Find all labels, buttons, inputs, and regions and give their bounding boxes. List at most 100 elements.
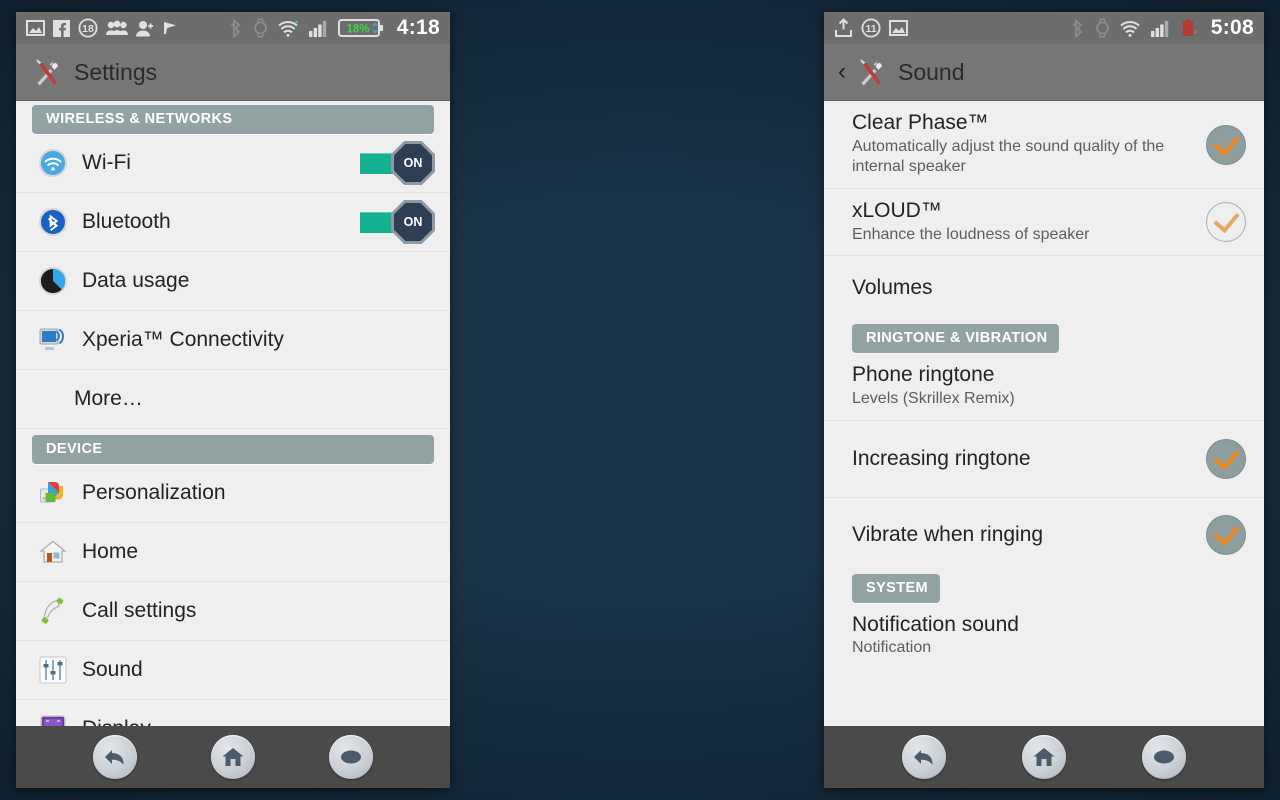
row-subtitle: Automatically adjust the sound quality o… [852, 137, 1165, 176]
svg-text:18%: 18% [346, 24, 369, 36]
sound-row-clear-phase[interactable]: Clear Phase™ Automatically adjust the so… [824, 101, 1264, 190]
tools-icon [30, 57, 64, 87]
section-system: SYSTEM [852, 573, 941, 603]
left-status-bar: 18 18% 4:18 [16, 12, 450, 44]
image-icon [889, 20, 908, 36]
settings-row-more[interactable]: More… [16, 370, 450, 429]
tools-icon [854, 57, 888, 87]
notification-count-badge: 18 [78, 18, 98, 38]
settings-row-label: Sound [82, 658, 143, 681]
people-icon [106, 20, 128, 36]
left-nav-bar[interactable] [16, 726, 450, 788]
wifi-toggle[interactable]: ON [360, 141, 435, 185]
sound-row-increasing-ringtone[interactable]: Increasing ringtone [824, 421, 1264, 498]
smartwatch-icon [1094, 18, 1111, 38]
row-subtitle: Notification [852, 639, 932, 657]
back-chevron-icon[interactable]: ‹ [838, 60, 846, 84]
right-nav-bar[interactable] [824, 726, 1264, 788]
recent-apps-icon[interactable] [329, 735, 373, 779]
vibrate-when-ringing-checkbox[interactable] [1206, 514, 1246, 555]
settings-row-xperia-connectivity[interactable]: Xperia™ Connectivity [16, 311, 450, 370]
wifi-icon [38, 148, 68, 178]
row-text: Clear Phase™ Automatically adjust the so… [852, 101, 1192, 188]
sound-settings-list[interactable]: Clear Phase™ Automatically adjust the so… [824, 101, 1264, 726]
display-icon [38, 714, 68, 726]
sound-sliders-icon [38, 655, 68, 685]
section-header-label: WIRELESS & NETWORKS [32, 105, 434, 134]
row-title: Increasing ringtone [852, 446, 1031, 470]
left-action-bar[interactable]: Settings [16, 44, 450, 101]
settings-row-label: Data usage [82, 269, 190, 292]
add-contact-icon [136, 20, 154, 37]
wifi-icon [1120, 19, 1142, 37]
row-subtitle: Levels (Skrillex Remix) [852, 389, 1015, 407]
sound-row-vibrate-when-ringing[interactable]: Vibrate when ringing [824, 498, 1264, 572]
row-title: Clear Phase™ [852, 111, 989, 134]
check-icon [1212, 128, 1240, 156]
back-icon[interactable] [902, 735, 946, 779]
section-header-label: SYSTEM [852, 573, 941, 603]
settings-row-data-usage[interactable]: Data usage [16, 252, 450, 311]
right-action-bar[interactable]: ‹ Sound [824, 44, 1264, 101]
svg-text:18: 18 [82, 23, 94, 35]
clear-phase-checkbox[interactable] [1206, 124, 1246, 165]
page-title: Settings [74, 58, 158, 85]
row-text: Phone ringtone Levels (Skrillex Remix) [852, 353, 1246, 419]
section-header-label: DEVICE [32, 435, 434, 464]
right-phone-panel: 11 5:08 ‹ Sound Clear Phase™ Automatical… [824, 12, 1264, 788]
settings-row-personalization[interactable]: Personalization [16, 464, 450, 523]
settings-row-label: Home [82, 540, 139, 563]
settings-row-home[interactable]: Home [16, 523, 450, 582]
section-device: DEVICE [32, 435, 434, 464]
xloud-checkbox[interactable] [1206, 202, 1246, 243]
settings-row-sound[interactable]: Sound [16, 641, 450, 700]
settings-row-wifi[interactable]: Wi-Fi ON [16, 134, 450, 193]
phone-icon [38, 596, 68, 626]
settings-row-label: Personalization [82, 481, 226, 504]
sound-row-phone-ringtone[interactable]: Phone ringtone Levels (Skrillex Remix) [824, 353, 1264, 421]
back-icon[interactable] [93, 735, 137, 779]
smartwatch-icon [252, 18, 269, 38]
svg-text:11: 11 [865, 23, 876, 35]
section-ringtone-vibration: RINGTONE & VIBRATION [852, 324, 1060, 354]
check-icon [1212, 518, 1240, 546]
signal-icon [308, 20, 329, 37]
sound-row-volumes[interactable]: Volumes [824, 256, 1264, 318]
increasing-ringtone-checkbox[interactable] [1206, 438, 1246, 479]
settings-list[interactable]: WIRELESS & NETWORKS Wi-Fi ON Bluetooth O… [16, 101, 450, 726]
battery-low-icon [1180, 18, 1200, 38]
home-icon[interactable] [211, 735, 255, 779]
bluetooth-icon [38, 207, 68, 237]
sound-row-xloud[interactable]: xLOUD™ Enhance the loudness of speaker [824, 189, 1264, 257]
row-title: Vibrate when ringing [852, 522, 1044, 546]
wifi-icon [278, 19, 300, 37]
settings-row-call-settings[interactable]: Call settings [16, 582, 450, 641]
page-title: Sound [898, 58, 965, 85]
settings-row-label: Bluetooth [82, 210, 171, 233]
settings-row-label: Xperia™ Connectivity [82, 328, 284, 351]
toggle-knob-label: ON [394, 203, 432, 241]
row-text: Notification sound Notification [852, 603, 1246, 669]
row-title: xLOUD™ [852, 199, 942, 223]
settings-row-display[interactable]: Display [16, 700, 450, 726]
upload-icon [834, 18, 853, 38]
sound-row-notification-sound[interactable]: Notification sound Notification [824, 603, 1264, 669]
notification-count-badge: 11 [861, 18, 881, 38]
bluetooth-toggle[interactable]: ON [360, 200, 435, 244]
data-usage-icon [38, 266, 68, 296]
section-header-label: RINGTONE & VIBRATION [852, 324, 1060, 354]
settings-row-bluetooth[interactable]: Bluetooth ON [16, 193, 450, 252]
facebook-icon [53, 19, 70, 37]
recent-apps-icon[interactable] [1142, 735, 1186, 779]
flag-icon [162, 20, 178, 36]
row-title: Notification sound [852, 612, 1019, 636]
toggle-knob-label: ON [394, 144, 432, 182]
home-icon [38, 537, 68, 567]
right-status-bar: 11 5:08 [824, 12, 1264, 44]
bluetooth-icon [1072, 18, 1085, 38]
signal-icon [1150, 20, 1171, 37]
settings-row-label: Call settings [82, 599, 197, 622]
left-phone-panel: 18 18% 4:18 Settings WIRELESS & NETWORKS… [16, 12, 450, 788]
home-icon[interactable] [1022, 735, 1066, 779]
row-title: Volumes [852, 275, 933, 299]
